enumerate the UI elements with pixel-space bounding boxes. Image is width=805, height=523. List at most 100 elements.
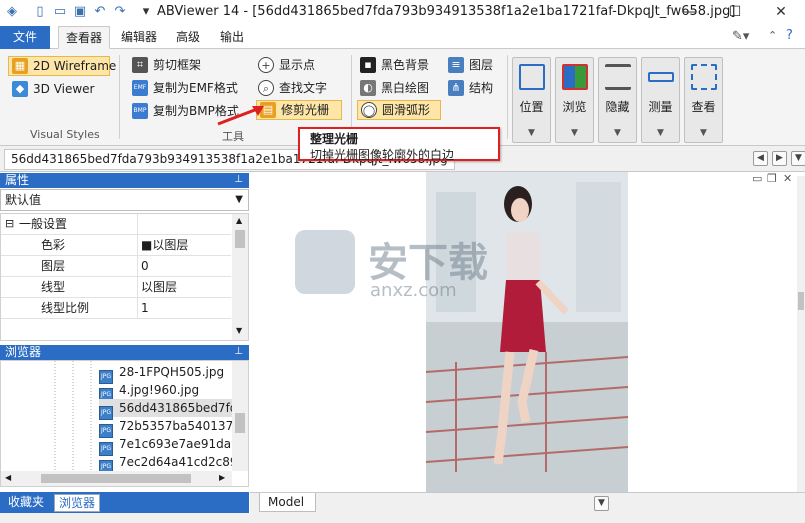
wireframe-icon: ▦ xyxy=(12,58,28,74)
scrollbar-thumb[interactable] xyxy=(798,292,804,310)
drawing-viewport[interactable]: 安下载 anxz.com ▭ ❐ ✕ xyxy=(250,172,805,492)
raster-image xyxy=(426,172,628,492)
scrollbar-thumb[interactable] xyxy=(235,230,245,248)
tooltip-description: 切掉光栅图像轮廓外的白边 xyxy=(310,148,455,162)
close-icon[interactable]: ✕ xyxy=(758,0,804,25)
scrollbar-thumb[interactable] xyxy=(41,474,191,483)
measure-button[interactable]: 测量 ▼ xyxy=(641,57,680,143)
model-tab[interactable]: Model xyxy=(259,493,316,512)
tab-editor[interactable]: 编辑器 xyxy=(116,26,162,49)
style-brush-icon[interactable]: ✎▾ xyxy=(732,29,749,44)
viewport-minimize-icon[interactable]: ▭ xyxy=(752,172,762,185)
undo-icon[interactable]: ↶ xyxy=(92,4,108,20)
viewport-restore-icon[interactable]: ❐ xyxy=(767,172,777,185)
2d-wireframe-button[interactable]: ▦ 2D Wireframe xyxy=(8,56,116,76)
list-item[interactable]: JPG 72b5357ba540137604 xyxy=(99,417,248,438)
title-bar: ◈ ▯ ▭ ▣ ↶ ↷ ▾ ABViewer 14 - [56dd431865b… xyxy=(0,0,805,25)
save-icon[interactable]: ▣ xyxy=(72,4,88,20)
show-points-button[interactable]: + 显示点 xyxy=(258,55,315,75)
property-row[interactable]: 图层 0 xyxy=(1,256,231,277)
bw-drawing-label: 黑白绘图 xyxy=(381,81,430,95)
watermark-shield-icon xyxy=(295,230,355,294)
copy-emf-button[interactable]: EMF 复制为EMF格式 xyxy=(132,78,238,98)
properties-select[interactable]: 默认值 ▼ xyxy=(0,189,249,211)
chevron-right-icon[interactable]: ▶ xyxy=(772,151,787,166)
scrollbar-thumb[interactable] xyxy=(235,413,245,433)
tab-browser[interactable]: 浏览器 xyxy=(54,494,101,512)
viewport-close-icon[interactable]: ✕ xyxy=(783,172,792,185)
ribbon-separator xyxy=(507,55,508,139)
clip-frame-button[interactable]: ⌗ 剪切框架 xyxy=(132,55,201,75)
file-name: 7ec2d64a41cd2c8910 xyxy=(119,455,249,469)
browse-label: 浏览 xyxy=(562,100,587,114)
property-value: ■以图层 xyxy=(141,238,189,252)
redo-icon[interactable]: ↷ xyxy=(112,4,128,20)
chevron-down-icon[interactable]: ▼ xyxy=(594,496,609,511)
horizontal-scrollbar[interactable]: ◀ ▶ xyxy=(1,471,232,486)
view-button[interactable]: 查看 ▼ xyxy=(684,57,723,143)
bw-drawing-button[interactable]: ◐ 黑白绘图 xyxy=(360,78,429,98)
chevron-right-icon[interactable]: ▶ xyxy=(219,473,225,482)
tab-advanced[interactable]: 高级 xyxy=(170,26,206,49)
list-item[interactable]: JPG 4.jpg!960.jpg xyxy=(99,381,199,402)
chevron-down-icon: ▼ xyxy=(614,128,621,138)
tab-viewer[interactable]: 查看器 xyxy=(58,26,110,49)
tab-file[interactable]: 文件 xyxy=(0,26,50,49)
trim-raster-label: 修剪光栅 xyxy=(281,103,330,117)
properties-panel-title: 属性 xyxy=(5,173,30,187)
file-browser-list: JPG 28-1FPQH505.jpg JPG 4.jpg!960.jpg JPG 5… xyxy=(0,360,249,487)
smooth-arcs-button[interactable]: ◯ 圆滑弧形 xyxy=(357,100,441,120)
browser-panel-header: 浏览器 ⊥ xyxy=(0,345,249,360)
layers-button[interactable]: ≡ 图层 xyxy=(448,55,493,75)
pin-icon[interactable]: ⊥ xyxy=(234,345,243,359)
black-background-button[interactable]: ▪ 黑色背景 xyxy=(360,55,429,75)
tooltip-title: 整理光栅 xyxy=(310,132,359,146)
structure-button[interactable]: ⋔ 结构 xyxy=(448,78,493,98)
property-row[interactable]: 线型比例 1 xyxy=(1,298,231,319)
property-value: 0 xyxy=(141,259,149,273)
find-text-button[interactable]: ⌕ 查找文字 xyxy=(258,78,327,98)
pin-icon[interactable]: ⊥ xyxy=(234,173,243,187)
open-folder-icon[interactable]: ▭ xyxy=(52,4,68,20)
property-scrollbar[interactable]: ▲ ▼ xyxy=(232,214,248,340)
list-item[interactable]: JPG 56dd431865bed7fda7 xyxy=(99,399,248,420)
chevron-down-icon[interactable]: ▼ xyxy=(791,151,805,166)
property-row[interactable]: 线型 以图层 xyxy=(1,277,231,298)
property-row[interactable]: 色彩 ■以图层 xyxy=(1,235,231,256)
tab-output[interactable]: 输出 xyxy=(214,26,250,49)
property-category-row[interactable]: ⊟ 一般设置 xyxy=(1,214,231,235)
hide-button[interactable]: 隐藏 ▼ xyxy=(598,57,637,143)
list-item[interactable]: JPG 28-1FPQH505.jpg xyxy=(99,363,224,384)
crop-icon: ⌗ xyxy=(132,57,148,73)
maximize-icon[interactable]: ☐ xyxy=(712,0,758,25)
browse-button[interactable]: 浏览 ▼ xyxy=(555,57,594,143)
position-button[interactable]: 位置 ▼ xyxy=(512,57,551,143)
chevron-left-icon[interactable]: ◀ xyxy=(753,151,768,166)
browser-scrollbar[interactable] xyxy=(232,361,248,471)
chevron-up-icon[interactable]: ▲ xyxy=(236,216,242,225)
quick-access-dropdown-icon[interactable]: ▾ xyxy=(138,4,154,20)
property-name: 线型比例 xyxy=(41,301,90,315)
position-label: 位置 xyxy=(519,100,544,114)
list-item[interactable]: JPG 7e1c693e7ae91da905 xyxy=(99,435,248,456)
tab-favorites[interactable]: 收藏夹 xyxy=(4,494,48,512)
status-bar xyxy=(0,513,805,523)
black-background-label: 黑色背景 xyxy=(381,58,430,72)
help-icon[interactable]: ? xyxy=(786,28,793,43)
new-file-icon[interactable]: ▯ xyxy=(32,4,48,20)
bmp-icon: BMP xyxy=(132,103,148,119)
layers-label: 图层 xyxy=(469,58,494,72)
photo-content xyxy=(426,172,628,492)
search-icon: ⌕ xyxy=(258,80,274,96)
collapse-icon[interactable]: ⊟ xyxy=(5,214,14,234)
3d-viewer-button[interactable]: ◆ 3D Viewer xyxy=(12,79,94,99)
viewport-scrollbar[interactable] xyxy=(797,176,805,492)
chevron-left-icon[interactable]: ◀ xyxy=(5,473,11,482)
list-item[interactable]: JPG 7ec2d64a41cd2c8910 xyxy=(99,453,249,474)
chevron-down-icon[interactable]: ▼ xyxy=(236,326,242,335)
minimize-icon[interactable]: — xyxy=(666,0,712,25)
window-title: ABViewer 14 - [56dd431865bed7fda793b9349… xyxy=(157,4,736,19)
property-name: 图层 xyxy=(41,259,66,273)
show-points-label: 显示点 xyxy=(279,58,316,72)
ribbon-minimize-icon[interactable]: ⌃ xyxy=(768,29,777,42)
